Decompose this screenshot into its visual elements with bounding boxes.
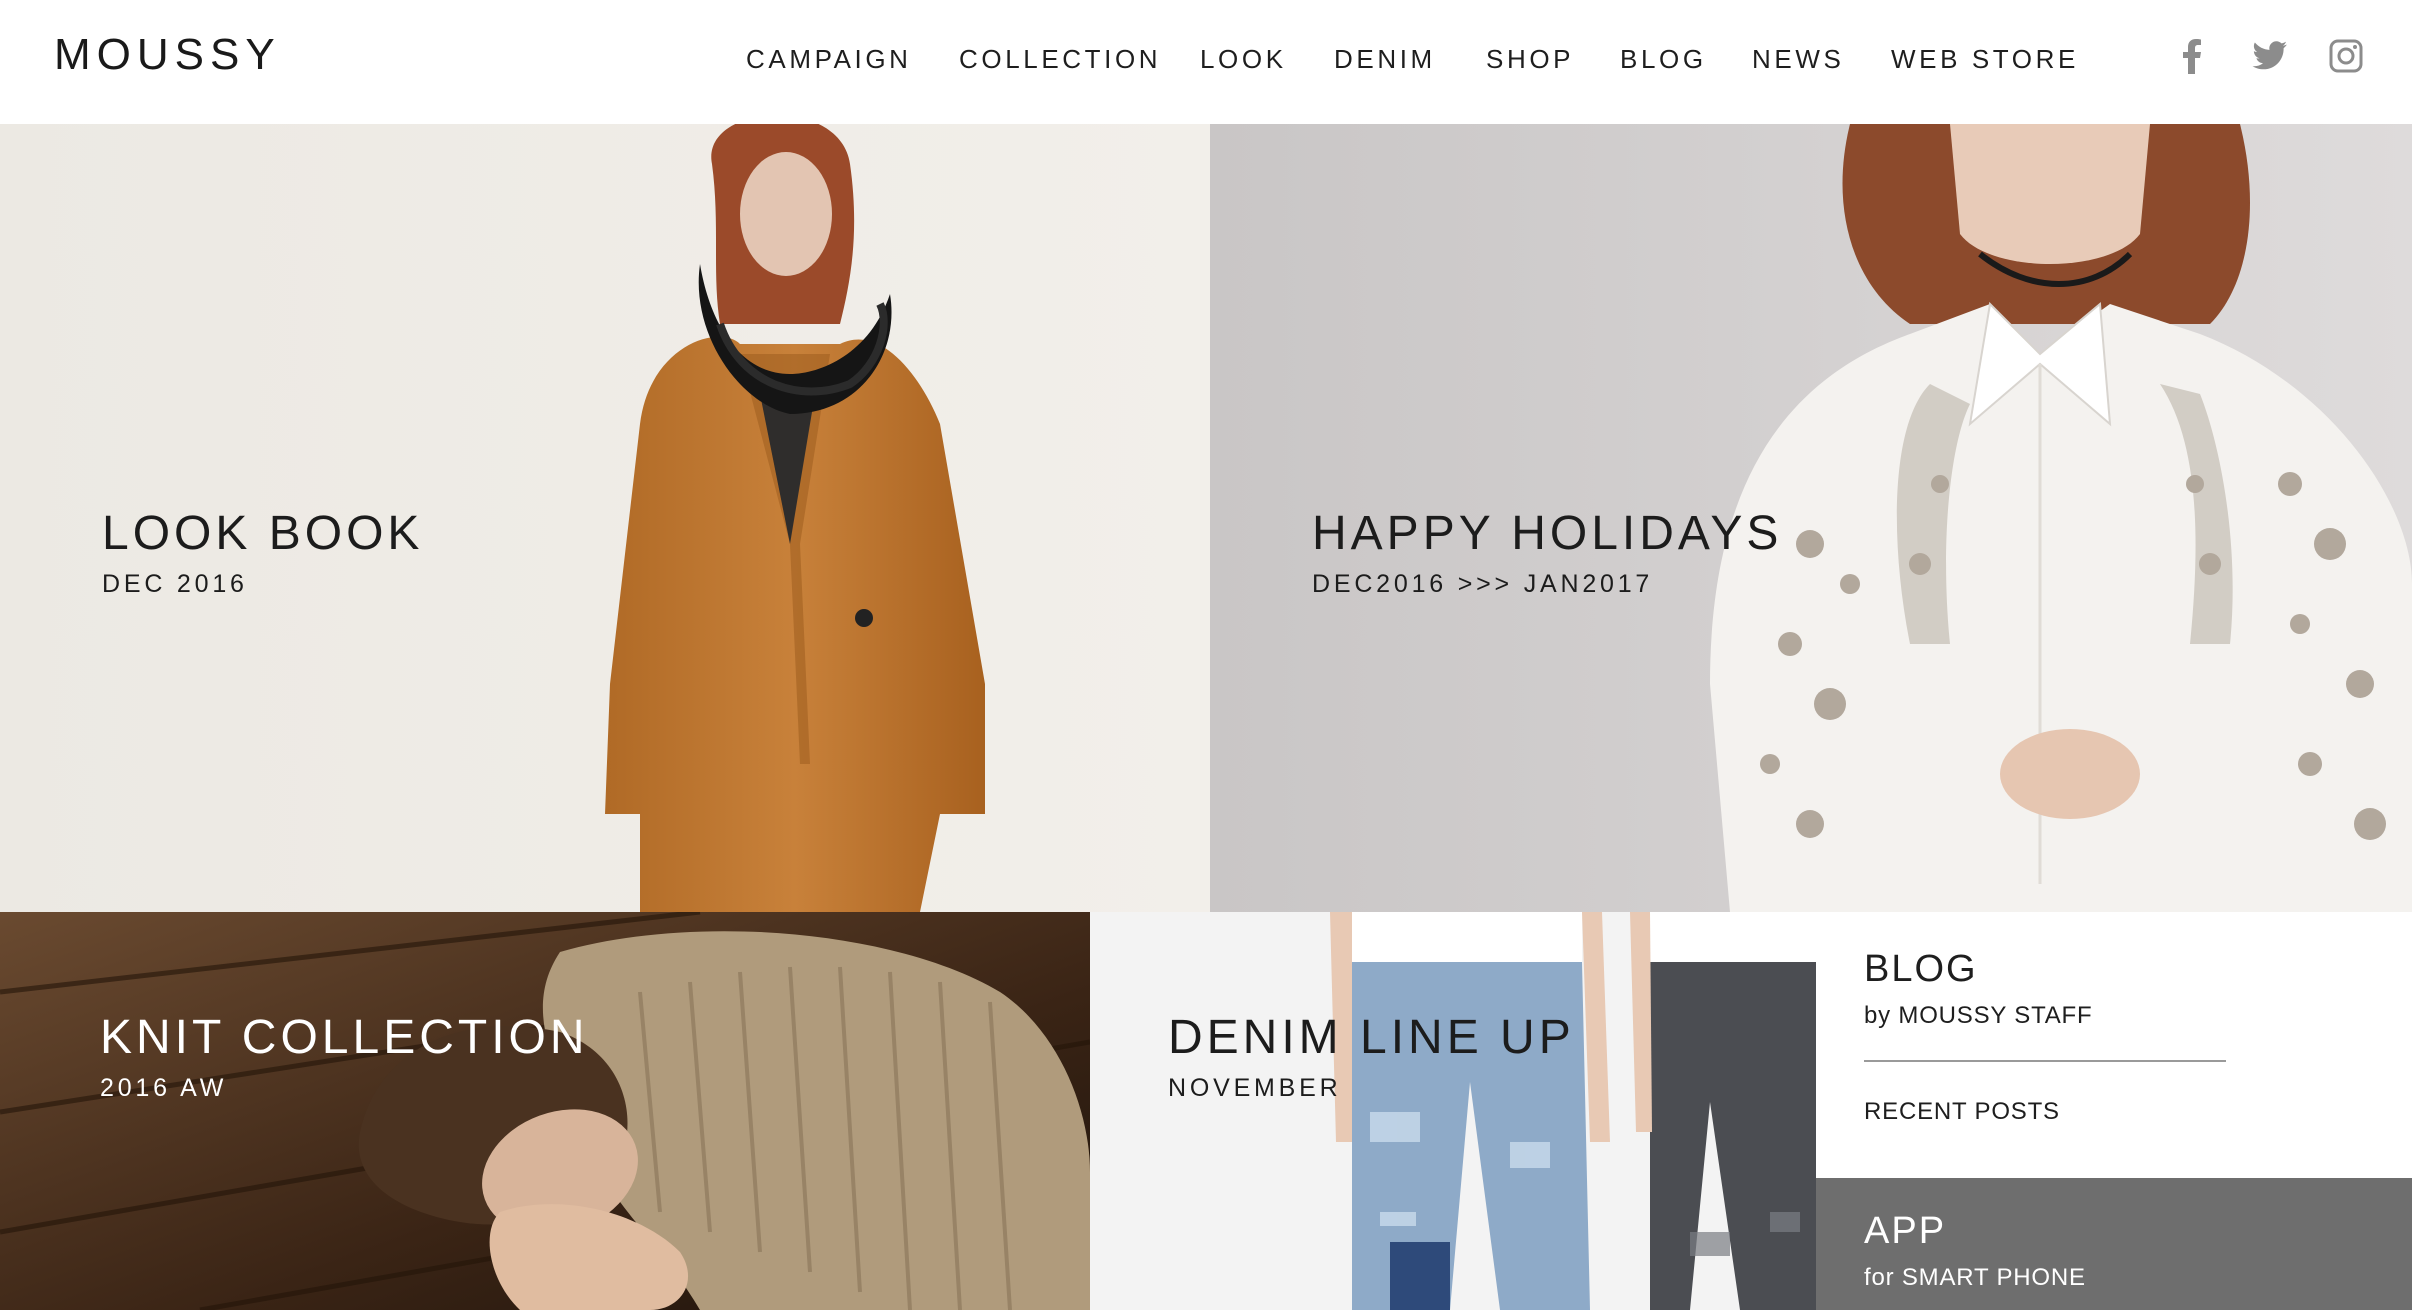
holidays-subtitle: DEC2016 >>> JAN2017 bbox=[1312, 570, 1654, 598]
blog-panel-divider bbox=[1864, 1060, 2226, 1062]
nav-collection[interactable]: COLLECTION bbox=[959, 44, 1161, 75]
lookbook-title: LOOK BOOK bbox=[102, 507, 424, 560]
holidays-title: HAPPY HOLIDAYS bbox=[1312, 507, 1783, 560]
nav-blog[interactable]: BLOG bbox=[1620, 44, 1707, 75]
app-panel[interactable]: APP for SMART PHONE bbox=[1816, 1178, 2412, 1310]
knit-title: KNIT COLLECTION bbox=[100, 1011, 589, 1064]
nav-look[interactable]: LOOK bbox=[1200, 44, 1287, 75]
lookbook-subtitle: DEC 2016 bbox=[102, 570, 248, 598]
blog-panel-title[interactable]: BLOG bbox=[1864, 948, 1978, 991]
knit-tile[interactable]: KNIT COLLECTION 2016 AW bbox=[0, 912, 1090, 1310]
blog-panel[interactable]: BLOG by MOUSSY STAFF RECENT POSTS bbox=[1816, 912, 2412, 1178]
site-header: MOUSSY CAMPAIGN COLLECTION LOOK DENIM SH… bbox=[0, 0, 2412, 124]
nav-denim[interactable]: DENIM bbox=[1334, 44, 1436, 75]
instagram-icon[interactable] bbox=[2326, 36, 2366, 76]
denim-subtitle: NOVEMBER bbox=[1168, 1074, 1342, 1102]
denim-photo bbox=[1090, 912, 1816, 1310]
holidays-tile[interactable]: HAPPY HOLIDAYS DEC2016 >>> JAN2017 bbox=[1210, 124, 2412, 912]
denim-title: DENIM LINE UP bbox=[1168, 1011, 1575, 1064]
denim-tile[interactable]: DENIM LINE UP NOVEMBER bbox=[1090, 912, 1816, 1310]
app-panel-subtitle: for SMART PHONE bbox=[1864, 1264, 2086, 1291]
facebook-icon[interactable] bbox=[2172, 36, 2212, 76]
nav-news[interactable]: NEWS bbox=[1752, 44, 1844, 75]
blog-panel-subtitle: by MOUSSY STAFF bbox=[1864, 1002, 2093, 1029]
knit-subtitle: 2016 AW bbox=[100, 1074, 228, 1102]
recent-posts-link[interactable]: RECENT POSTS bbox=[1864, 1098, 2060, 1126]
nav-web-store[interactable]: WEB STORE bbox=[1891, 44, 2079, 75]
knit-photo bbox=[0, 912, 1090, 1310]
lookbook-tile[interactable]: LOOK BOOK DEC 2016 bbox=[0, 124, 1210, 912]
brand-logo[interactable]: MOUSSY bbox=[54, 30, 281, 80]
twitter-icon[interactable] bbox=[2250, 36, 2290, 76]
nav-shop[interactable]: SHOP bbox=[1486, 44, 1574, 75]
nav-campaign[interactable]: CAMPAIGN bbox=[746, 44, 912, 75]
app-panel-title: APP bbox=[1864, 1210, 1947, 1252]
